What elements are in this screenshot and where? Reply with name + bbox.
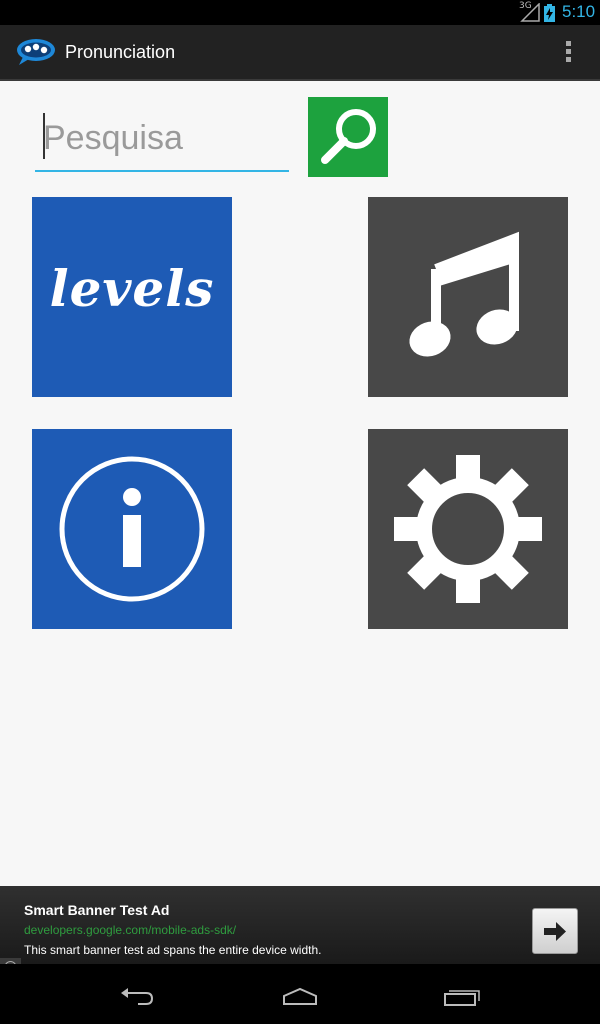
ad-arrow-button[interactable] [532,908,578,954]
ad-banner[interactable]: Smart Banner Test Ad developers.google.c… [0,886,600,976]
info-tile[interactable] [32,429,232,629]
magnifier-icon [321,109,376,164]
app-title: Pronunciation [65,42,176,62]
home-icon [283,987,317,1005]
navigation-bar [0,964,600,1024]
search-input[interactable] [35,106,289,172]
levels-label: levels [49,259,215,318]
app-screen: 3G 5:10 Pronunciation Pesquisa levels Sm… [0,0,600,1024]
music-tile[interactable] [368,197,568,397]
gear-icon [394,455,542,603]
signal-icon [520,3,540,22]
levels-tile[interactable]: levels [32,197,232,397]
search-button[interactable] [308,97,388,177]
ad-description: This smart banner test ad spans the enti… [24,943,322,957]
arrow-right-icon [544,922,566,941]
battery-charging-icon [544,4,555,22]
info-icon [59,456,205,602]
overflow-menu-icon[interactable] [558,41,578,67]
text-cursor [43,113,45,159]
status-bar: 3G 5:10 [0,0,600,25]
back-icon [121,988,154,1005]
clock: 5:10 [562,2,596,21]
recent-apps-icon [444,990,480,1006]
action-bar: Pronunciation [0,25,600,81]
home-button[interactable] [260,964,340,1024]
ad-title: Smart Banner Test Ad [24,902,170,918]
ad-url-link[interactable]: developers.google.com/mobile-ads-sdk/ [24,923,236,937]
back-button[interactable] [98,964,178,1024]
music-note-icon [409,231,519,357]
settings-tile[interactable] [368,429,568,629]
app-logo-icon[interactable] [15,37,57,67]
recent-apps-button[interactable] [422,964,502,1024]
